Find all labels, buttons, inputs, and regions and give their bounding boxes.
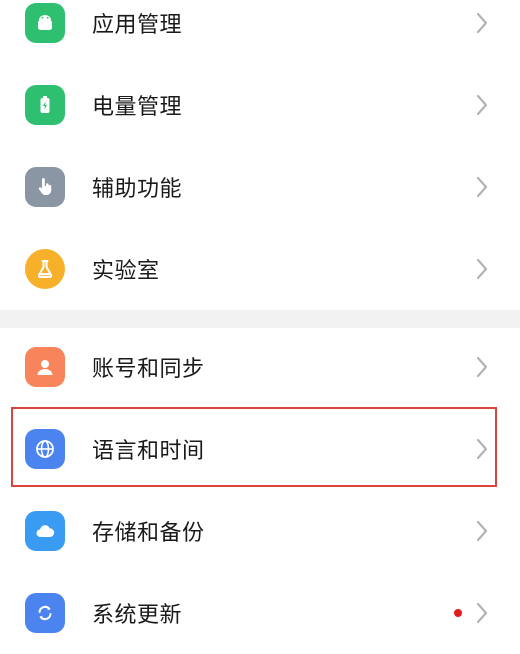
chevron-right-icon bbox=[476, 94, 488, 116]
settings-item-label: 实验室 bbox=[92, 259, 160, 284]
flask-icon bbox=[25, 249, 65, 289]
settings-item-label: 语言和时间 bbox=[92, 439, 205, 464]
cloud-icon bbox=[25, 511, 65, 551]
person-icon bbox=[25, 347, 65, 387]
battery-icon bbox=[25, 85, 65, 125]
android-robot-icon bbox=[25, 3, 65, 43]
settings-item-label: 系统更新 bbox=[92, 603, 183, 628]
settings-item-account-sync[interactable]: 账号和同步 bbox=[0, 326, 520, 408]
settings-item-label: 辅助功能 bbox=[92, 177, 183, 202]
settings-item-system-update[interactable]: 系统更新 bbox=[0, 572, 520, 654]
settings-item-language-time[interactable]: 语言和时间 bbox=[0, 408, 520, 490]
settings-item-storage-backup[interactable]: 存储和备份 bbox=[0, 490, 520, 572]
settings-item-battery[interactable]: 电量管理 bbox=[0, 64, 520, 146]
settings-item-label: 电量管理 bbox=[92, 95, 183, 120]
update-badge-dot bbox=[454, 609, 462, 617]
chevron-right-icon bbox=[476, 12, 488, 34]
settings-item-label: 应用管理 bbox=[92, 13, 183, 38]
chevron-right-icon bbox=[476, 520, 488, 542]
chevron-right-icon bbox=[476, 438, 488, 460]
settings-item-accessibility[interactable]: 辅助功能 bbox=[0, 146, 520, 228]
settings-item-lab[interactable]: 实验室 bbox=[0, 228, 520, 310]
chevron-right-icon bbox=[476, 258, 488, 280]
chevron-right-icon bbox=[476, 602, 488, 624]
globe-icon bbox=[25, 429, 65, 469]
chevron-right-icon bbox=[476, 356, 488, 378]
settings-item-label: 存储和备份 bbox=[92, 521, 205, 546]
hand-pointer-icon bbox=[25, 167, 65, 207]
settings-item-label: 账号和同步 bbox=[92, 357, 205, 382]
chevron-right-icon bbox=[476, 176, 488, 198]
refresh-icon bbox=[25, 593, 65, 633]
settings-item-app-management[interactable]: 应用管理 bbox=[0, 0, 520, 64]
